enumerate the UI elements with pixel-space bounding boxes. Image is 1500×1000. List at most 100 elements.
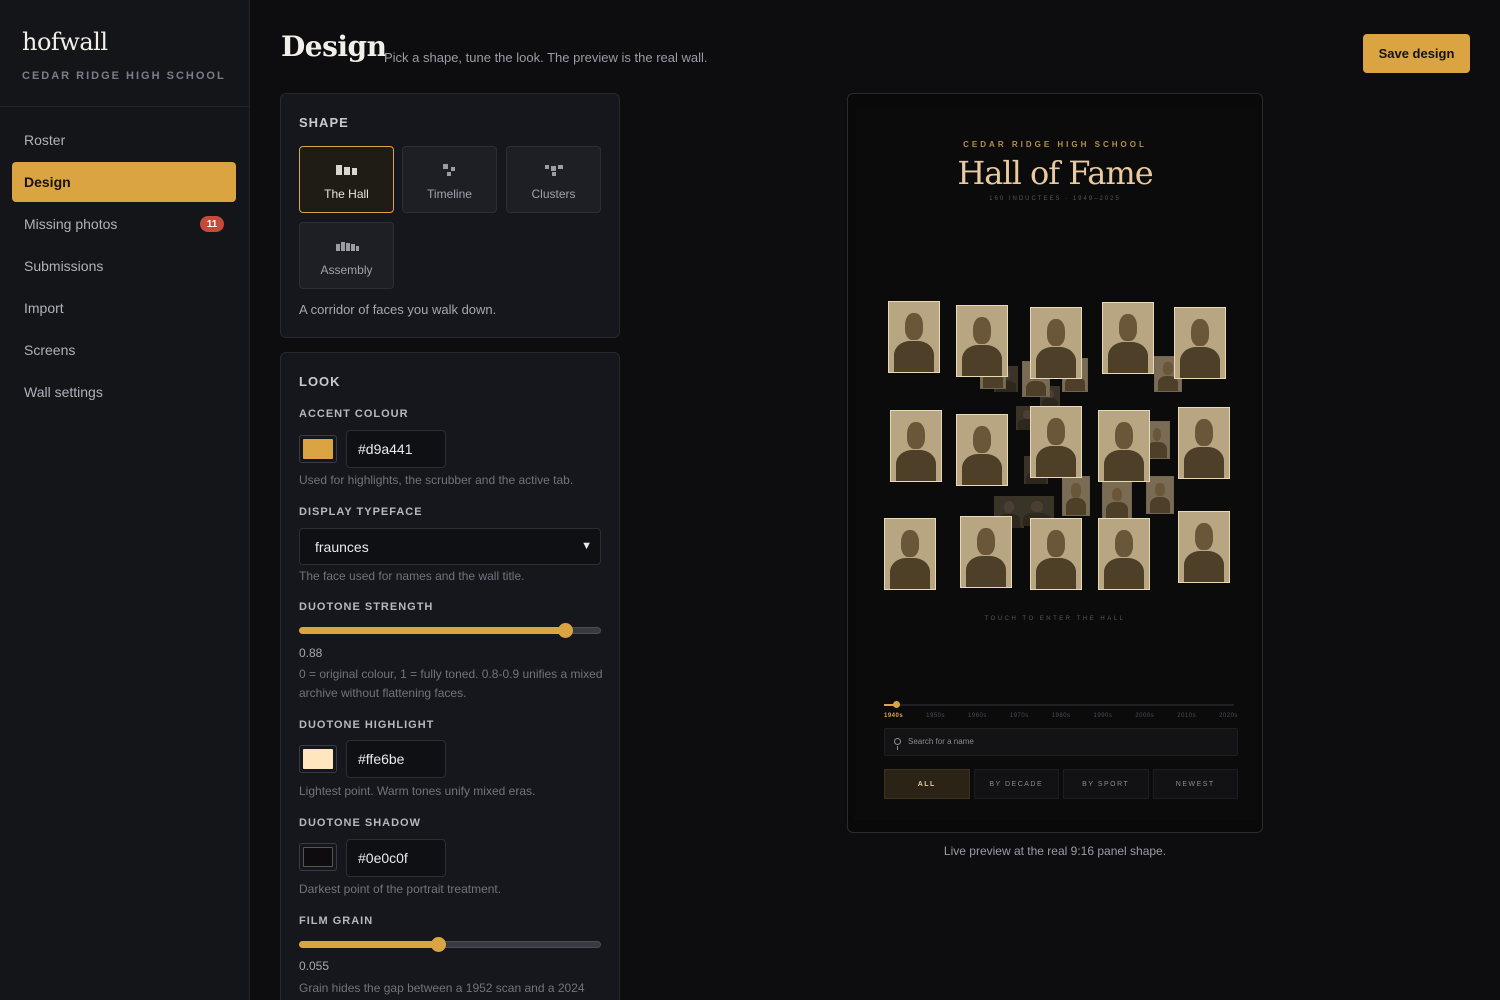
- sidebar-item-missing-photos[interactable]: Missing photos 11: [12, 204, 236, 244]
- portrait-head: [1111, 487, 1123, 502]
- duotone-strength-slider[interactable]: [299, 623, 601, 638]
- inductee-portrait[interactable]: [1178, 511, 1230, 583]
- inductee-portrait[interactable]: [1030, 406, 1082, 478]
- duotone-highlight-swatch[interactable]: [299, 745, 337, 773]
- portrait-head: [1047, 319, 1065, 346]
- portrait-body: [962, 454, 1002, 485]
- portrait-body: [966, 556, 1006, 587]
- portrait-head: [1195, 523, 1213, 550]
- tab-newest[interactable]: NEWEST: [1152, 769, 1238, 799]
- look-card: LOOK ACCENT COLOUR Used for highlights, …: [280, 352, 620, 1000]
- decade-label[interactable]: 1960s: [968, 713, 987, 719]
- brand: hofwall CEDAR RIDGE HIGH SCHOOL: [0, 0, 249, 107]
- scrubber-handle[interactable]: [893, 701, 900, 708]
- assembly-icon: [335, 242, 359, 251]
- duotone-strength-label: DUOTONE STRENGTH: [299, 601, 434, 613]
- inductee-portrait[interactable]: [1030, 307, 1082, 379]
- slider-thumb[interactable]: [557, 623, 573, 638]
- shape-option-label: Clusters: [531, 187, 576, 201]
- duotone-shadow-input[interactable]: [346, 839, 446, 877]
- inductee-portrait[interactable]: [1102, 302, 1154, 374]
- film-grain-slider[interactable]: [299, 937, 601, 952]
- preview-school-name: CEDAR RIDGE HIGH SCHOOL: [963, 140, 1147, 149]
- decade-label[interactable]: 1950s: [926, 713, 945, 719]
- decade-label[interactable]: 2020s: [1219, 713, 1238, 719]
- inductee-portrait[interactable]: [1098, 410, 1150, 482]
- slider-thumb[interactable]: [430, 937, 446, 952]
- portrait-head: [1047, 530, 1065, 557]
- film-grain-value: 0.055: [299, 959, 330, 973]
- duotone-shadow-help: Darkest point of the portrait treatment.: [299, 882, 502, 896]
- inductee-portrait[interactable]: [884, 518, 936, 590]
- preview-search-input[interactable]: Search for a name: [884, 728, 1238, 756]
- display-typeface-value: fraunces: [315, 538, 369, 555]
- accent-colour-help: Used for highlights, the scrubber and th…: [299, 473, 574, 487]
- inductee-portrait[interactable]: [960, 516, 1012, 588]
- shape-option-assembly[interactable]: Assembly: [299, 222, 394, 289]
- chevron-down-icon: ▼: [581, 540, 592, 552]
- sidebar-nav: Roster Design Missing photos 11 Submissi…: [0, 107, 249, 412]
- portrait-head: [977, 528, 995, 555]
- inductee-portrait[interactable]: [890, 410, 942, 482]
- sidebar-item-import[interactable]: Import: [12, 288, 236, 328]
- portrait-body: [1105, 502, 1129, 518]
- inductee-portrait[interactable]: [1062, 476, 1090, 516]
- display-typeface-select[interactable]: fraunces ▼: [299, 528, 601, 565]
- inductee-portrait[interactable]: [1174, 307, 1226, 379]
- tab-all[interactable]: ALL: [884, 769, 970, 799]
- portrait-body: [894, 341, 934, 372]
- slider-fill: [299, 627, 565, 634]
- inductee-portrait[interactable]: [956, 305, 1008, 377]
- portrait-head: [1115, 530, 1133, 557]
- decade-label[interactable]: 1990s: [1094, 713, 1113, 719]
- portrait-body: [1108, 342, 1148, 373]
- missing-photos-count-badge: 11: [200, 216, 224, 232]
- duotone-highlight-input[interactable]: [346, 740, 446, 778]
- sidebar-item-screens[interactable]: Screens: [12, 330, 236, 370]
- decade-label[interactable]: 1980s: [1052, 713, 1071, 719]
- inductee-portrait[interactable]: [1098, 518, 1150, 590]
- sidebar-item-roster[interactable]: Roster: [12, 120, 236, 160]
- sidebar-item-design[interactable]: Design: [12, 162, 236, 202]
- inductee-portrait[interactable]: [1102, 481, 1132, 519]
- hall-icon: [335, 165, 357, 175]
- portrait-head: [907, 422, 925, 449]
- accent-colour-swatch[interactable]: [299, 435, 337, 463]
- portrait-body: [1184, 551, 1224, 582]
- portrait-head: [905, 313, 923, 340]
- decade-label[interactable]: 1970s: [1010, 713, 1029, 719]
- app-logo[interactable]: hofwall: [22, 28, 249, 56]
- portrait-head: [1119, 314, 1137, 341]
- portrait-head: [1030, 500, 1044, 513]
- shape-option-the-hall[interactable]: The Hall: [299, 146, 394, 213]
- inductee-portrait[interactable]: [1030, 518, 1082, 590]
- tab-by-sport[interactable]: BY SPORT: [1063, 769, 1149, 799]
- decade-labels: 1940s 1950s 1960s 1970s 1980s 1990s 2000…: [884, 713, 1238, 719]
- portrait-body: [1036, 558, 1076, 589]
- decade-scrubber[interactable]: [884, 701, 1234, 708]
- accent-colour-input[interactable]: [346, 430, 446, 468]
- decade-label[interactable]: 2000s: [1135, 713, 1154, 719]
- duotone-shadow-swatch[interactable]: [299, 843, 337, 871]
- sidebar-item-submissions[interactable]: Submissions: [12, 246, 236, 286]
- portrait-head: [901, 530, 919, 557]
- decade-label[interactable]: 2010s: [1177, 713, 1196, 719]
- shape-description: A corridor of faces you walk down.: [299, 302, 497, 317]
- shape-option-timeline[interactable]: Timeline: [402, 146, 497, 213]
- shape-option-clusters[interactable]: Clusters: [506, 146, 601, 213]
- save-design-button[interactable]: Save design: [1363, 34, 1470, 73]
- inductee-portrait[interactable]: [888, 301, 940, 373]
- sidebar-item-label: Missing photos: [24, 216, 118, 232]
- decade-label[interactable]: 1940s: [884, 713, 903, 719]
- inductee-portrait[interactable]: [956, 414, 1008, 486]
- portrait-body: [1104, 558, 1144, 589]
- preview-enter-prompt: TOUCH TO ENTER THE HALL: [984, 616, 1126, 622]
- shape-heading: SHAPE: [299, 115, 349, 130]
- inductee-portrait[interactable]: [1146, 476, 1174, 514]
- portrait-body: [1036, 347, 1076, 378]
- accent-colour-label: ACCENT COLOUR: [299, 408, 409, 420]
- school-name: CEDAR RIDGE HIGH SCHOOL: [22, 70, 226, 82]
- inductee-portrait[interactable]: [1178, 407, 1230, 479]
- tab-by-decade[interactable]: BY DECADE: [973, 769, 1059, 799]
- sidebar-item-wall-settings[interactable]: Wall settings: [12, 372, 236, 412]
